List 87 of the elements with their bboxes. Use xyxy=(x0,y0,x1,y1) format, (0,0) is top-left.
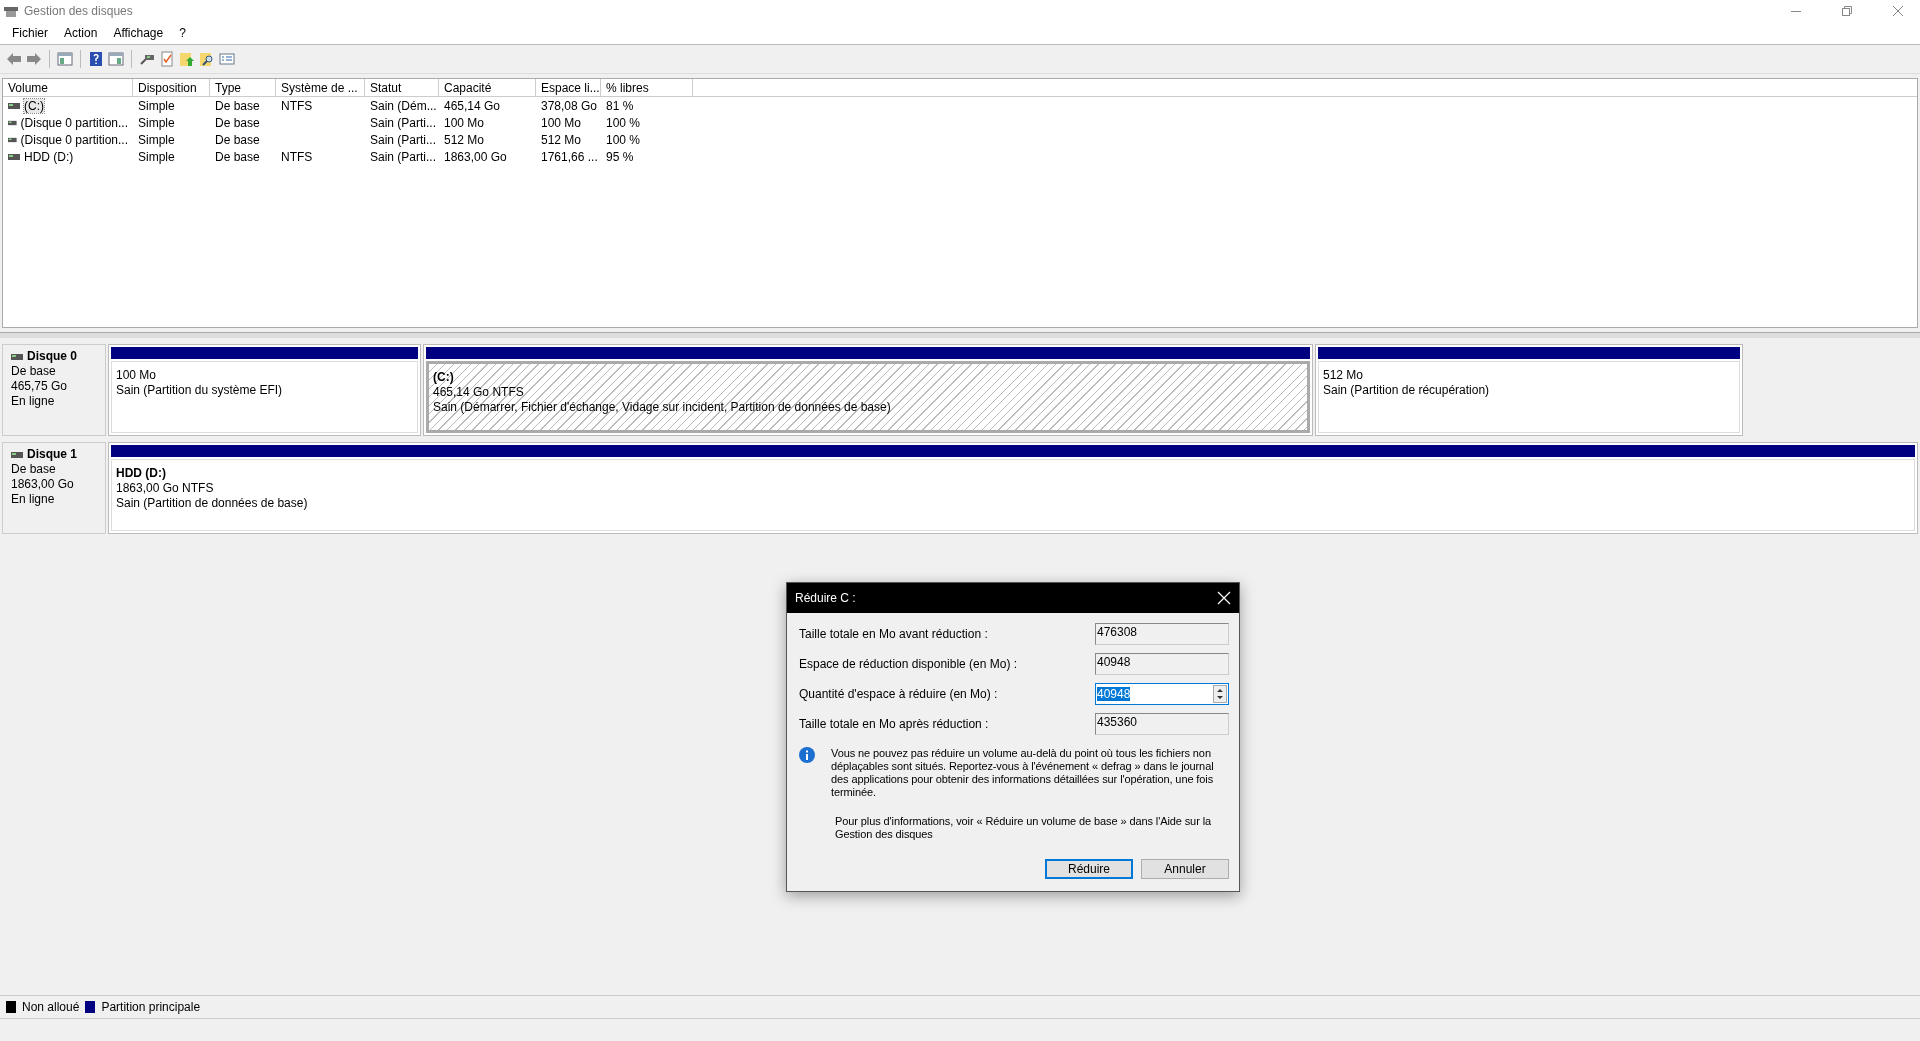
table-cell: 1761,66 ... xyxy=(541,149,598,164)
table-cell: 100 Mo xyxy=(541,115,582,130)
table-cell: Simple xyxy=(138,132,175,147)
field-label: Espace de réduction disponible (en Mo) : xyxy=(799,657,1018,671)
shrink-button[interactable]: Réduire xyxy=(1045,859,1133,879)
partition-size: 100 Mo xyxy=(116,368,158,383)
help-reference-text: Pour plus d'informations, voir « Réduire un volume de base » dans l'Aide sur la Gestion des disques xyxy=(834,815,1212,841)
dialog-title: Réduire C : xyxy=(795,591,856,605)
menu-item[interactable]: Action xyxy=(56,26,106,40)
info-text: Vous ne pouvez pas réduire un volume au-delà du point où tous les fichiers non déplaçables sont situés. Reportez-vous à l'événement « defrag » dans le journal des applications pour obtenir des informations détaillées sur l'opération, une fois terminée. xyxy=(831,747,1215,799)
partition-status: Sain (Démarrer, Fichier d'échange, Vidage sur incident, Partition de données de base) xyxy=(433,400,892,415)
spinner-field[interactable]: 40948 xyxy=(1095,683,1229,705)
partition-status: Sain (Partition du système EFI) xyxy=(116,383,284,398)
table-cell: 512 Mo xyxy=(541,132,582,147)
menu-item[interactable]: Fichier xyxy=(4,26,56,40)
table-cell: De base xyxy=(215,132,260,147)
table-cell: Simple xyxy=(138,115,175,130)
partition-title: HDD (D:) xyxy=(116,466,167,481)
disk-name: Disque 1 xyxy=(27,447,77,462)
table-cell[interactable]: (Disque 0 partition... xyxy=(20,132,128,147)
readonly-field: 435360 xyxy=(1095,713,1229,735)
forward-arrow-icon[interactable] xyxy=(26,51,42,67)
menu-item[interactable]: Affichage xyxy=(105,26,172,40)
disk-state: En ligne xyxy=(11,394,56,409)
disk-label-panel[interactable]: Disque 0 De base 465,75 Go En ligne xyxy=(2,344,106,436)
table-cell: 95 % xyxy=(606,149,634,164)
partition-title: (C:) xyxy=(433,370,455,385)
table-cell: 100 Mo xyxy=(444,115,485,130)
table-cell: 465,14 Go xyxy=(444,98,501,113)
restore-icon xyxy=(1841,6,1852,16)
table-cell: Sain (Parti... xyxy=(370,115,437,130)
table-cell: 81 % xyxy=(606,98,634,113)
field-label: Taille totale en Mo après réduction : xyxy=(799,717,989,731)
disk-type: De base xyxy=(11,462,57,477)
spinner-arrows-icon[interactable] xyxy=(1213,685,1227,703)
table-cell: De base xyxy=(215,149,260,164)
disk-label-panel[interactable]: Disque 1 De base 1863,00 Go En ligne xyxy=(2,442,106,534)
disk-type: De base xyxy=(11,364,57,379)
table-cell: 100 % xyxy=(606,115,641,130)
partition-size: 1863,00 Go NTFS xyxy=(116,481,215,496)
table-cell[interactable]: (Disque 0 partition... xyxy=(20,115,128,130)
help-icon[interactable] xyxy=(88,51,104,67)
menu-item[interactable]: ? xyxy=(171,26,194,40)
disk-management-icon xyxy=(4,5,18,17)
readonly-field: 476308 xyxy=(1095,623,1229,645)
close-icon xyxy=(1892,6,1903,16)
readonly-field: 40948 xyxy=(1095,653,1229,675)
disk-state: En ligne xyxy=(11,492,56,507)
partition-size: 465,14 Go NTFS xyxy=(433,385,525,400)
table-cell: Simple xyxy=(138,149,175,164)
table-cell: De base xyxy=(215,115,260,130)
table-cell: Simple xyxy=(138,98,175,113)
console-tree-icon[interactable] xyxy=(57,51,73,67)
table-cell: NTFS xyxy=(281,149,313,164)
close-icon[interactable] xyxy=(1217,591,1231,605)
table-cell: Sain (Dém... xyxy=(370,98,437,113)
table-cell: Sain (Parti... xyxy=(370,149,437,164)
partition-size: 512 Mo xyxy=(1323,368,1365,383)
legend-label: Partition principale xyxy=(101,1000,201,1014)
disk-size: 1863,00 Go xyxy=(11,477,75,492)
partition-block[interactable]: HDD (D:) 1863,00 Go NTFS Sain (Partition de données de base) xyxy=(108,442,1918,534)
back-arrow-icon[interactable] xyxy=(6,51,22,67)
partition-status: Sain (Partition de récupération) xyxy=(1323,383,1491,398)
partition-block[interactable]: 100 Mo Sain (Partition du système EFI) xyxy=(108,344,421,436)
table-cell[interactable]: HDD (D:) xyxy=(24,149,74,164)
field-label: Quantité d'espace à réduire (en Mo) : xyxy=(799,687,998,701)
table-cell: 1863,00 Go xyxy=(444,149,507,164)
table-cell: 378,08 Go xyxy=(541,98,598,113)
folder-search-icon[interactable] xyxy=(199,51,215,67)
partition-block[interactable]: (C:) 465,14 Go NTFS Sain (Démarrer, Fichier d'échange, Vidage sur incident, Partition de données de base) xyxy=(423,344,1313,436)
disk-size: 465,75 Go xyxy=(11,379,69,394)
disk-name: Disque 0 xyxy=(27,349,77,364)
field-label: Taille totale en Mo avant réduction : xyxy=(799,627,988,641)
table-cell: De base xyxy=(215,98,260,113)
legend-label: Non alloué xyxy=(22,1000,80,1014)
minimize-icon xyxy=(1790,10,1801,12)
checklist-icon[interactable] xyxy=(159,51,175,67)
partition-block[interactable]: 512 Mo Sain (Partition de récupération) xyxy=(1315,344,1743,436)
info-icon xyxy=(799,747,815,763)
table-cell: NTFS xyxy=(281,98,313,113)
table-cell: 512 Mo xyxy=(444,132,485,147)
partition-status: Sain (Partition de données de base) xyxy=(116,496,309,511)
table-cell: Sain (Parti... xyxy=(370,132,437,147)
window-title: Gestion des disques xyxy=(24,4,134,18)
table-cell[interactable]: (C:) xyxy=(24,98,44,113)
table-cell: 100 % xyxy=(606,132,641,147)
cancel-button[interactable]: Annuler xyxy=(1141,859,1229,879)
